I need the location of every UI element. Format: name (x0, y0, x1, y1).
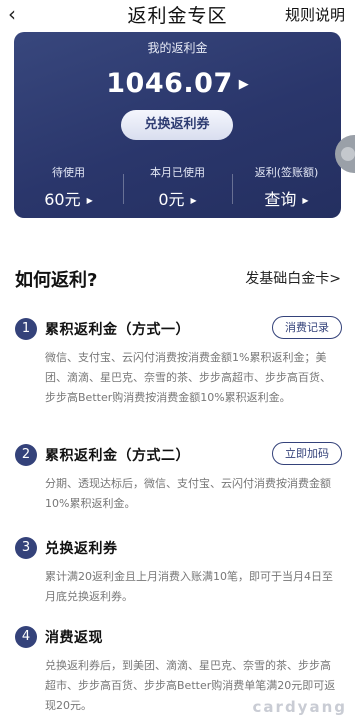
how-to-rebate-heading: 如何返利? (15, 270, 98, 291)
step-number-badge: 1 (15, 318, 37, 340)
rules-link[interactable]: 规则说明 (285, 4, 345, 25)
step-number-badge: 2 (15, 444, 37, 466)
step-title: 累积返利金（方式一） (45, 322, 190, 338)
balance-label: 我的返利金 (147, 41, 208, 55)
stat-rebate-query[interactable]: 返利(签账额) 查询 ▶ (232, 164, 341, 210)
step-number-badge: 3 (15, 537, 37, 559)
stat-used-this-month[interactable]: 本月已使用 0元 ▶ (123, 164, 232, 210)
stat-used-value: 0元 (158, 190, 185, 209)
stat-pending-value: 60元 (44, 190, 81, 209)
play-arrow-icon: ▶ (86, 196, 93, 205)
rebate-balance-card: 我的返利金 1046.07 ▶ 兑换返利券 待使用 60元 ▶ 本月已使用 0元 ▶ … (14, 32, 341, 218)
redeem-coupon-button[interactable]: 兑换返利券 (121, 110, 233, 140)
avatar-icon (341, 147, 355, 161)
balance-amount: 1046.07 (106, 68, 233, 99)
balance-amount-row[interactable]: 1046.07 ▶ (14, 68, 341, 99)
step-number-badge: 4 (15, 626, 37, 648)
step-description: 累计满20返利金且上月消费入账满10笔，即可于当月4日至月底兑换返利券。 (45, 570, 333, 603)
step-description: 分期、透现达标后，微信、支付宝、云闪付消费按消费金额10%累积返利金。 (45, 477, 331, 510)
consumption-record-button[interactable]: 消费记录 (272, 316, 342, 339)
stat-rebate-label: 返利(签账额) (254, 166, 319, 179)
step-title: 兑换返利券 (45, 541, 118, 557)
top-nav-bar: ‹ 返利金专区 规则说明 (0, 0, 355, 30)
step-title: 消费返现 (45, 630, 103, 646)
watermark-text: cardyang (252, 698, 347, 716)
platinum-card-link[interactable]: 发基础白金卡> (245, 268, 341, 288)
step-title: 累积返利金（方式二） (45, 448, 190, 464)
stat-pending[interactable]: 待使用 60元 ▶ (14, 164, 123, 210)
play-arrow-icon: ▶ (302, 196, 309, 205)
stat-pending-label: 待使用 (52, 166, 85, 179)
boost-now-button[interactable]: 立即加码 (272, 442, 342, 465)
play-arrow-icon: ▶ (190, 196, 197, 205)
stat-used-label: 本月已使用 (150, 166, 205, 179)
step-description: 微信、支付宝、云闪付消费按消费金额1%累积返利金；美团、滴滴、星巴克、奈雪的茶、… (45, 351, 331, 404)
play-arrow-icon: ▶ (238, 77, 249, 92)
stat-rebate-value: 查询 (264, 190, 297, 209)
